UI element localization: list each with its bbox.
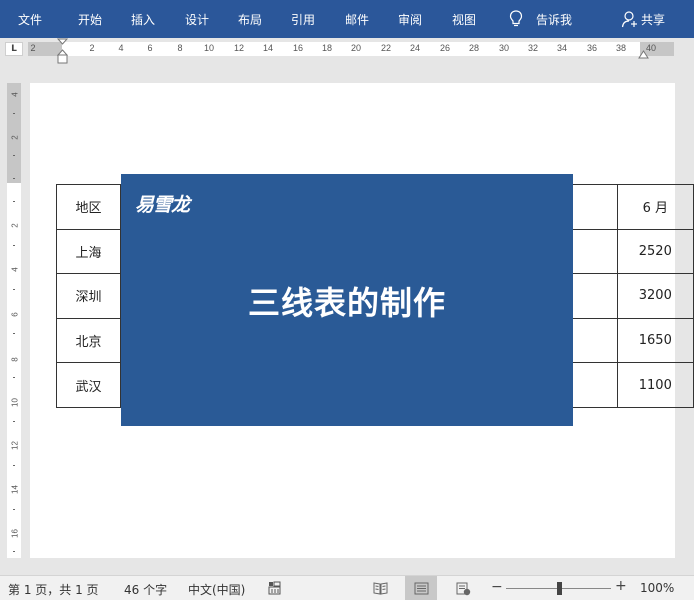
ruler-label: 12	[10, 441, 20, 450]
ruler-label: 36	[586, 43, 598, 53]
tab-design[interactable]: 设计	[185, 11, 209, 28]
ruler-label: 30	[498, 43, 510, 53]
ruler-tick	[13, 178, 15, 179]
ruler-label: 4	[10, 92, 20, 97]
zoom-level[interactable]: 100%	[640, 581, 674, 595]
status-bar: 第 1 页，共 1 页 46 个字 中文(中国) − + 100%	[0, 575, 694, 600]
ruler-label: 6	[147, 43, 153, 53]
ruler-label: 2	[89, 43, 95, 53]
table-cell[interactable]: 武汉	[55, 362, 122, 408]
ruler-label: 8	[177, 43, 183, 53]
horizontal-ruler[interactable]: 2 2 4 6 8 10 12 14 16 18 20 22 24 26 28 …	[28, 42, 674, 56]
table-cell[interactable]: 1650	[616, 317, 694, 364]
book-icon	[373, 582, 388, 595]
table-cell[interactable]: 地区	[55, 184, 122, 230]
ruler-tick	[13, 551, 15, 552]
zoom-out-button[interactable]: −	[491, 579, 503, 595]
zoom-in-button[interactable]: +	[615, 578, 627, 594]
tab-insert[interactable]: 插入	[131, 11, 155, 28]
tab-mailings[interactable]: 邮件	[345, 11, 369, 28]
ruler-label: 6	[10, 312, 20, 317]
ruler-label: 26	[439, 43, 451, 53]
ruler-label: 38	[615, 43, 627, 53]
tab-review[interactable]: 审阅	[398, 11, 422, 28]
share-person-icon[interactable]	[621, 10, 639, 28]
ruler-label: 2	[10, 135, 20, 140]
ruler-label: 20	[350, 43, 362, 53]
print-layout-button[interactable]	[405, 576, 437, 600]
ruler-tick	[13, 509, 15, 510]
indent-marker-icon[interactable]	[57, 38, 68, 66]
table-cell[interactable]: 6 月	[616, 184, 694, 230]
ruler-label: 28	[468, 43, 480, 53]
table-cell[interactable]: 北京	[55, 317, 122, 364]
ruler-label: 16	[292, 43, 304, 53]
ruler-label: 22	[380, 43, 392, 53]
read-mode-button[interactable]	[364, 576, 396, 600]
ruler-label: 12	[233, 43, 245, 53]
tab-home[interactable]: 开始	[78, 11, 102, 28]
ruler-tick	[13, 377, 15, 378]
ruler-tick	[13, 421, 15, 422]
table-cell[interactable]: 上海	[55, 228, 122, 275]
ruler-label: 10	[203, 43, 215, 53]
word-count[interactable]: 46 个字	[124, 581, 167, 598]
ruler-label: 16	[10, 529, 20, 538]
ruler-label: 14	[262, 43, 274, 53]
tell-me-search[interactable]: 告诉我	[536, 11, 572, 28]
table-cell[interactable]: 3200	[616, 273, 694, 319]
tab-references[interactable]: 引用	[291, 11, 315, 28]
ruler-label: 18	[321, 43, 333, 53]
tab-file[interactable]: 文件	[18, 11, 42, 28]
vertical-ruler[interactable]: 4 2 2 4 6 8 10 12 14 16	[7, 83, 21, 558]
table-cell[interactable]: 2520	[616, 228, 694, 275]
share-button[interactable]: 共享	[641, 11, 665, 28]
ruler-label: 2	[10, 223, 20, 228]
tab-stop-selector[interactable]: L	[5, 42, 23, 56]
ruler-label: 4	[10, 267, 20, 272]
page-layout-icon	[414, 582, 429, 595]
ruler-tick	[13, 465, 15, 466]
ruler-label: 32	[527, 43, 539, 53]
ruler-tick	[13, 245, 15, 246]
ruler-label: 34	[556, 43, 568, 53]
title-banner-overlay: 易雪龙 三线表的制作	[121, 174, 573, 426]
page-count[interactable]: 第 1 页，共 1 页	[8, 581, 99, 598]
ruler-label: 4	[118, 43, 124, 53]
ruler-label: 24	[409, 43, 421, 53]
tab-layout[interactable]: 布局	[238, 11, 262, 28]
lightbulb-icon[interactable]	[509, 10, 523, 28]
ruler-label: 8	[10, 357, 20, 362]
ruler-tick	[13, 113, 15, 114]
table-cell[interactable]: 深圳	[55, 273, 122, 319]
right-indent-marker-icon[interactable]	[638, 50, 649, 59]
banner-title: 三线表的制作	[247, 284, 446, 322]
zoom-slider-thumb[interactable]	[557, 582, 562, 595]
ruler-label: 2	[30, 43, 36, 53]
ruler-label: 14	[10, 485, 20, 494]
ruler-tick	[13, 201, 15, 202]
ribbon-tab-bar: 文件 开始 插入 设计 布局 引用 邮件 审阅 视图 告诉我 共享	[0, 0, 694, 38]
ruler-tick	[13, 289, 15, 290]
ruler-tick	[13, 155, 15, 156]
web-layout-icon	[456, 582, 471, 596]
language-indicator[interactable]: 中文(中国)	[188, 581, 245, 598]
brand-logo: 易雪龙	[135, 194, 190, 216]
web-layout-button[interactable]	[447, 576, 479, 600]
table-cell[interactable]: 1100	[616, 362, 694, 408]
ruler-tick	[13, 333, 15, 334]
macro-record-icon[interactable]	[268, 581, 281, 595]
tab-view[interactable]: 视图	[452, 11, 476, 28]
ruler-label: 10	[10, 398, 20, 407]
